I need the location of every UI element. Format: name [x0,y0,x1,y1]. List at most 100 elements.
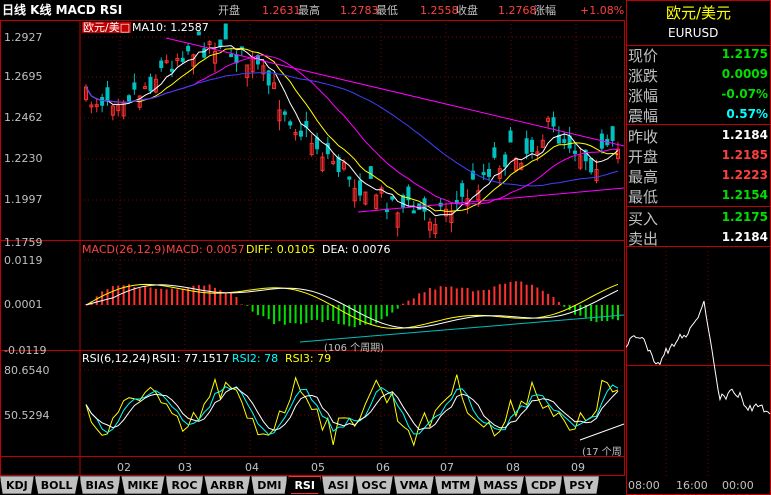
quote-low-label: 最低 [628,188,659,206]
quote-low-value: 1.2154 [721,188,768,202]
amplitude-label: 震幅 [628,107,659,125]
candle-body [126,95,131,102]
change-amt-value: 0.0009 [721,67,768,81]
candle-body [567,135,572,149]
ma5-line [85,45,619,217]
quote-row-prev-close: 昨收 1.2184 [626,124,771,146]
ma10-line [85,47,619,212]
tab-arbr[interactable]: ARBR [204,476,251,494]
candle-body [573,150,578,154]
tab-kdj[interactable]: KDJ [0,476,34,494]
quote-panel: 欧元/美元 EURUSD 现价 1.2175 涨跌 0.0009 涨幅 -0.0… [626,0,771,495]
time-tick-0800: 08:00 [628,479,660,492]
candle-body [487,169,492,177]
macd-tick-0: 0.0119 [4,254,43,267]
x-tick-08: 08 [506,461,520,474]
candle-body [562,139,567,143]
quote-name: 欧元/美元 [666,4,732,22]
k-tick-0: 1.2927 [4,31,43,44]
macd-tick-1: 0.0001 [4,298,43,311]
rsi3-line [85,387,619,431]
candle-body [551,117,556,127]
ask-label: 卖出 [628,230,659,248]
candle-body [411,210,416,214]
price-value: 1.2175 [721,47,768,61]
quote-row-bid: 买入 1.2175 [626,206,771,228]
ask-value: 1.2184 [721,230,768,244]
symbol-label: 欧元/美□ [82,21,132,34]
k-tick-4: 1.1997 [4,193,43,206]
tab-mass[interactable]: MASS [477,476,525,494]
x-tick-09: 09 [571,461,585,474]
candle-body [298,130,303,137]
time-tick-1600: 16:00 [676,479,708,492]
candle-body [358,180,363,196]
candle-body [148,76,153,92]
chart-area[interactable] [0,0,626,476]
rsi2-line [85,384,619,436]
tab-dmi[interactable]: DMI [251,476,288,494]
candle-body [132,82,137,90]
amplitude-value: 0.57% [726,107,768,121]
candle-body [218,39,223,48]
tab-rsi[interactable]: RSI [288,476,321,494]
k-tick-1: 1.2695 [4,70,43,83]
bid-value: 1.2175 [721,210,768,224]
tab-asi[interactable]: ASI [321,476,355,494]
quote-row-price: 现价 1.2175 [626,43,771,65]
x-tick-07: 07 [440,461,454,474]
rsi2-value: RSI2: 78 [232,352,279,365]
tab-roc[interactable]: ROC [165,476,204,494]
tab-mike[interactable]: MIKE [121,476,165,494]
tab-cdp[interactable]: CDP [525,476,563,494]
candle-body [454,200,459,204]
candle-body [368,166,373,179]
candle-body [202,48,207,58]
quote-row-low: 最低 1.2154 [626,184,771,206]
macd-panel [85,281,625,343]
macd-tick-2: -0.0119 [4,344,47,357]
x-tick-02: 02 [117,461,131,474]
tab-osc[interactable]: OSC [355,476,393,494]
k-tick-5: 1.1759 [4,236,43,249]
x-tick-05: 05 [311,461,325,474]
time-tick-0000: 00:00 [722,479,754,492]
tab-boll[interactable]: BOLL [34,476,79,494]
rsi1-value: RSI1: 77.1517 [152,352,230,365]
tab-vma[interactable]: VMA [393,476,434,494]
candle-body [100,96,105,106]
rsi-tick-1: 50.5294 [4,409,50,422]
macd-title: MACD(26,12,9) [82,243,166,256]
tab-psy[interactable]: PSY [563,476,600,494]
x-tick-06: 06 [376,461,390,474]
quote-row-change: 涨跌 0.0009 [626,63,771,85]
candle-body [186,45,191,52]
quote-row-high: 最高 1.2223 [626,164,771,186]
trendline-upper [165,37,625,147]
candle-body [223,23,228,40]
candle-body [508,130,513,143]
candle-body [610,126,615,141]
candle-body [105,87,110,102]
rsi-trendline [579,423,625,441]
candle-body [503,154,508,167]
ma10-label: MA10: 1.2587 [132,21,209,34]
quote-row-ask: 卖出 1.2184 [626,226,771,248]
candle-body [460,183,465,197]
rsi3-value: RSI3: 79 [285,352,332,365]
candle-body [288,121,293,126]
rsi1-line [85,374,619,447]
tab-bias[interactable]: BIAS [79,476,121,494]
candle-body [524,138,529,154]
change-pct-value: -0.07% [721,87,768,101]
rsi-panel [85,374,625,447]
candle-body [481,172,486,176]
macd-value: MACD: 0.0057 [166,243,245,256]
candle-body [492,147,497,158]
macd-diff: DIFF: 0.0105 [246,243,316,256]
quote-row-open: 开盘 1.2185 [626,144,771,166]
candle-body [530,139,535,153]
candle-body [180,57,185,62]
tab-mtm[interactable]: MTM [434,476,477,494]
candle-body [282,111,287,115]
